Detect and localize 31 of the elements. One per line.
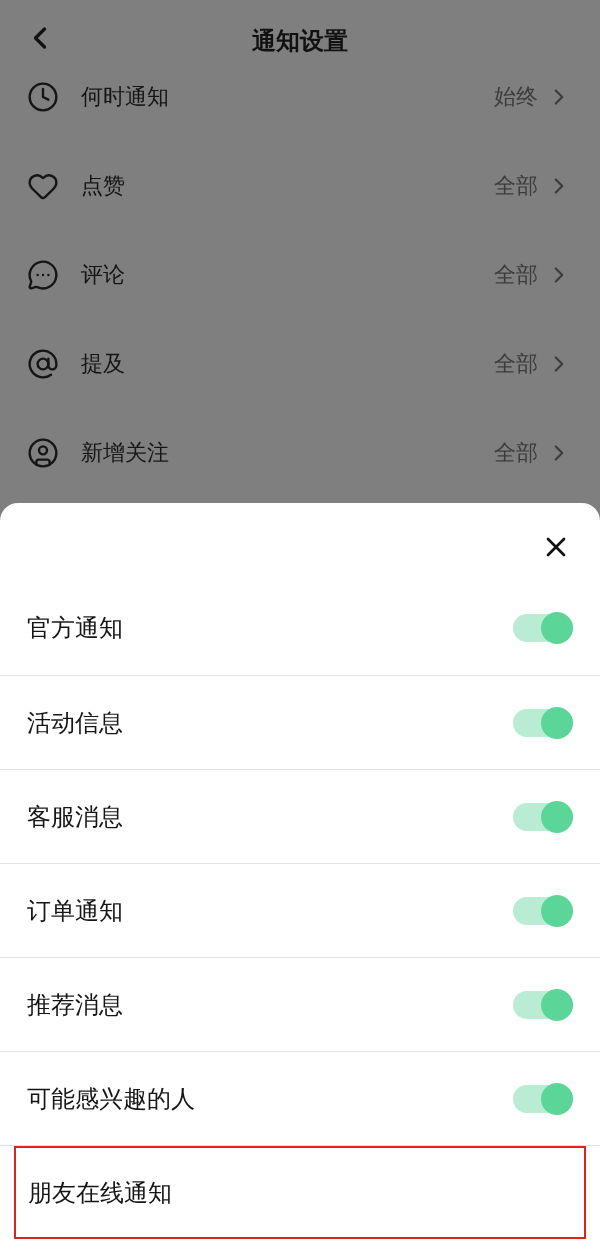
- setting-value: 全部: [494, 439, 538, 467]
- speech-bubble-icon: [27, 258, 59, 291]
- toggle-switch[interactable]: [513, 990, 573, 1019]
- setting-value: 全部: [494, 172, 538, 200]
- toggle-switch[interactable]: [513, 708, 573, 737]
- settings-row[interactable]: 评论 全部: [0, 230, 600, 319]
- option-label: 朋友在线通知: [28, 1177, 172, 1209]
- settings-row[interactable]: 点赞 全部: [0, 141, 600, 230]
- toggle-switch[interactable]: [513, 802, 573, 831]
- option-label: 客服消息: [27, 801, 123, 833]
- option-label: 活动信息: [27, 707, 123, 739]
- setting-label: 评论: [81, 261, 125, 289]
- toggle-switch[interactable]: [513, 896, 573, 925]
- setting-value: 全部: [494, 261, 538, 289]
- settings-row[interactable]: 新增关注 全部: [0, 408, 600, 497]
- option-label: 推荐消息: [27, 989, 123, 1021]
- settings-row[interactable]: 提及 全部: [0, 319, 600, 408]
- option-label: 订单通知: [27, 895, 123, 927]
- setting-value: 全部: [494, 350, 538, 378]
- setting-value: 始终: [494, 83, 538, 111]
- option-label: 官方通知: [27, 613, 123, 644]
- at-sign-icon: [27, 347, 59, 380]
- toggle-switch[interactable]: [513, 1084, 573, 1113]
- option-label: 可能感兴趣的人: [27, 1083, 195, 1115]
- setting-label: 新增关注: [81, 439, 169, 467]
- setting-label: 提及: [81, 350, 125, 378]
- toggle-switch[interactable]: [513, 614, 573, 642]
- user-circle-icon: [27, 436, 59, 469]
- clock-icon: [27, 80, 59, 113]
- setting-label: 点赞: [81, 172, 125, 200]
- setting-label: 何时通知: [81, 83, 169, 111]
